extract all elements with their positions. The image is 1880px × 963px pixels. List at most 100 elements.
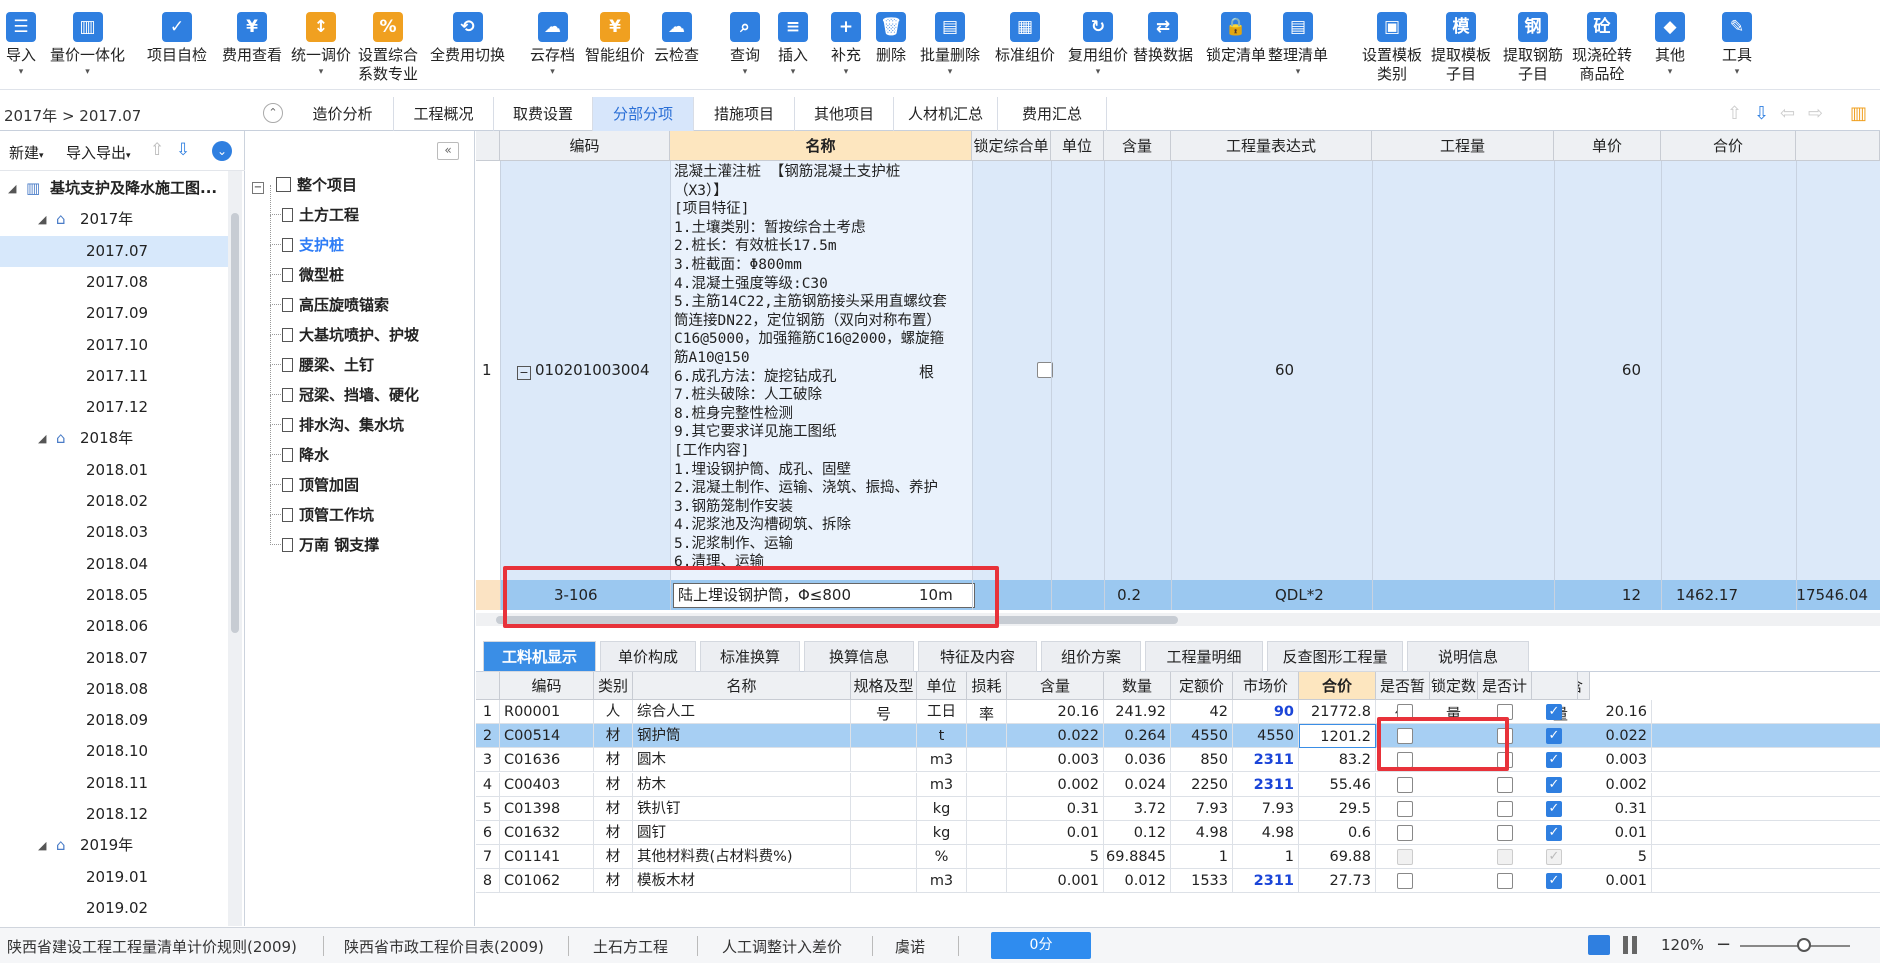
estimate-checkbox[interactable]: [1397, 873, 1413, 890]
tree-item-month[interactable]: 2019.01: [0, 862, 228, 893]
resource-row[interactable]: 7 C01141 材其他材料费(占材料费%)% 5 69.8845 1 1 69.88 ✓ 5: [476, 845, 1880, 870]
chevron-down-icon[interactable]: ▾: [948, 67, 953, 77]
chevron-down-icon[interactable]: ▾: [85, 67, 90, 77]
bill-name-description[interactable]: 混凝土灌注桩 【钢筋混凝土支护桩 （X3）】 [项目特征] 1.土壤类别：暂按综…: [670, 161, 972, 609]
status-pricebook[interactable]: 陕西省市政工程价目表(2009): [344, 936, 544, 957]
estimate-checkbox[interactable]: [1397, 825, 1413, 841]
extract-rebar-button[interactable]: 钢提取钢筋 子目: [1503, 12, 1563, 84]
expand-arrow-icon[interactable]: ◢: [38, 830, 46, 861]
quota-content[interactable]: 0.2: [1051, 586, 1141, 604]
tree-item-month[interactable]: 2018.04: [0, 549, 228, 580]
arrow-right-icon[interactable]: ⇨: [1808, 103, 1823, 124]
priced-checkbox[interactable]: ✓: [1546, 776, 1562, 793]
resource-header[interactable]: [476, 672, 500, 700]
tree-item-month[interactable]: 2017.10: [0, 330, 228, 361]
reuse-price-button[interactable]: ↻ 复用组价 ▾: [1068, 12, 1128, 77]
tree-item-year[interactable]: ◢ ⌂ 2019年: [0, 830, 228, 861]
normal-view-icon[interactable]: [1588, 935, 1610, 955]
resource-row[interactable]: 5 C01398 材铁扒钉 kg 0.31 3.72 7.93 7.93 29.5 ✓ 0.31: [476, 796, 1880, 821]
tree-item-month[interactable]: 2018.10: [0, 736, 228, 767]
chevron-down-icon[interactable]: ▾: [844, 67, 849, 77]
resource-header[interactable]: 锁定数量: [1430, 672, 1478, 723]
detail-tab-7[interactable]: 反查图形工程量: [1267, 641, 1403, 672]
section-item[interactable]: 支护桩: [270, 215, 344, 260]
resource-header[interactable]: 是否计价: [1478, 672, 1532, 723]
delete-button[interactable]: 🗑 删除: [876, 12, 906, 65]
tree-item-month[interactable]: 2017.12: [0, 392, 228, 423]
tab-4[interactable]: 措施项目: [694, 97, 795, 131]
estimate-checkbox[interactable]: [1397, 800, 1413, 817]
chevron-down-icon[interactable]: ▾: [319, 67, 324, 77]
section-item[interactable]: 微型桩: [270, 245, 344, 290]
section-root[interactable]: − 整个项目: [252, 170, 357, 200]
split-view-icon[interactable]: [1623, 936, 1637, 954]
tree-item-month[interactable]: 2018.11: [0, 768, 228, 799]
resource-header[interactable]: 单位: [917, 672, 967, 700]
section-item[interactable]: 腰梁、土钉: [270, 335, 374, 380]
lock-qty-checkbox[interactable]: [1497, 800, 1513, 817]
resource-header[interactable]: 类别: [594, 672, 633, 700]
tab-7[interactable]: 费用汇总: [998, 97, 1107, 131]
chevron-down-icon[interactable]: ▾: [743, 67, 748, 77]
concrete-convert-button[interactable]: 砼现浇砼转 商品砼: [1572, 12, 1632, 84]
tab-5[interactable]: 其他项目: [795, 97, 894, 131]
chevron-down-icon[interactable]: ▾: [1096, 67, 1101, 77]
expand-circle-icon[interactable]: ⌄: [212, 141, 232, 161]
resource-header[interactable]: 名称: [633, 672, 851, 700]
tree-item-month[interactable]: 2018.01: [0, 455, 228, 486]
lock-qty-checkbox[interactable]: [1497, 873, 1513, 890]
grid-header[interactable]: 单位: [1051, 131, 1104, 161]
tab-3[interactable]: 分部分项: [593, 97, 694, 131]
chevron-down-icon[interactable]: ▾: [1668, 67, 1673, 77]
template-category-button[interactable]: ▣ 设置模板 类别: [1362, 12, 1422, 84]
resource-cell-market[interactable]: 90: [1233, 700, 1299, 724]
insert-button[interactable]: ≡ 插入 ▾: [778, 12, 808, 77]
tree-item-year[interactable]: ◢ ⌂ 2018年: [0, 423, 228, 454]
status-rule[interactable]: 陕西省建设工程工程量清单计价规则(2009): [7, 936, 297, 957]
resource-cell-total[interactable]: 0.6: [1299, 821, 1376, 845]
tree-item-month[interactable]: 2018.08: [0, 674, 228, 705]
resource-header[interactable]: 含量: [1007, 672, 1104, 700]
other-button[interactable]: ◆ 其他 ▾: [1655, 12, 1685, 77]
resource-header[interactable]: 编码: [500, 672, 594, 700]
resource-cell-qty[interactable]: 69.8845: [1104, 845, 1171, 870]
section-item[interactable]: 大基坑喷护、护坡: [270, 305, 419, 350]
zoom-slider-handle[interactable]: [1797, 938, 1811, 952]
resource-cell-content[interactable]: 20.16: [1007, 700, 1104, 724]
cloud-save-button[interactable]: ☁ 云存档 ▾: [530, 12, 575, 77]
tab-6[interactable]: 人材机汇总: [894, 97, 998, 131]
resource-cell-total[interactable]: 27.73: [1299, 869, 1376, 894]
settings-icon[interactable]: ▥: [1850, 103, 1867, 124]
resource-row[interactable]: 8 C01062 材模板木材 m3 0.001 0.012 1533 2311 27.73 ✓ 0.…: [476, 869, 1880, 894]
tree-item-month[interactable]: 2019.02: [0, 893, 228, 924]
resource-cell-market[interactable]: 4.98: [1233, 821, 1299, 845]
detail-tab-6[interactable]: 工程量明细: [1145, 641, 1263, 672]
resource-cell-content[interactable]: 0.31: [1007, 796, 1104, 821]
resource-cell-total[interactable]: 83.2: [1299, 748, 1376, 773]
status-section[interactable]: 土石方工程: [593, 936, 668, 957]
tree-item-month[interactable]: 2018.02: [0, 486, 228, 517]
resource-cell-content[interactable]: 0.01: [1007, 821, 1104, 845]
coefficient-button[interactable]: % 设置综合 系数专业: [358, 12, 418, 84]
section-item[interactable]: 万南 钢支撑: [270, 515, 379, 560]
resource-cell-content[interactable]: 0.022: [1007, 724, 1104, 749]
expand-arrow-icon[interactable]: ◢: [8, 173, 16, 204]
collapse-panel-icon[interactable]: «: [437, 142, 459, 160]
smart-price-button[interactable]: ¥ 智能组价: [585, 12, 645, 65]
price-integration-button[interactable]: ▥ 量价一体化 ▾: [50, 12, 125, 77]
arrow-down-icon[interactable]: ⇩: [1754, 103, 1769, 124]
resource-cell-qty[interactable]: 0.024: [1104, 772, 1171, 797]
detail-tab-4[interactable]: 特征及内容: [918, 641, 1037, 672]
detail-tab-8[interactable]: 说明信息: [1407, 641, 1529, 672]
detail-tab-3[interactable]: 换算信息: [804, 641, 914, 672]
status-user[interactable]: 虞诺: [895, 936, 925, 957]
tree-item-project[interactable]: ◢ ▥ 基坑支护及降水施工图...: [0, 173, 228, 204]
tree-item-month[interactable]: 2018.05: [0, 580, 228, 611]
grid-header[interactable]: 锁定综合单价: [972, 131, 1051, 185]
replace-data-button[interactable]: ⇄ 替换数据: [1133, 12, 1193, 65]
section-item[interactable]: 土方工程: [270, 185, 359, 230]
grid-header[interactable]: 含量: [1104, 131, 1171, 161]
resource-cell-qty[interactable]: 0.036: [1104, 748, 1171, 773]
section-item[interactable]: 排水沟、集水坑: [270, 395, 404, 440]
tree-item-month[interactable]: 2017.08: [0, 267, 228, 298]
